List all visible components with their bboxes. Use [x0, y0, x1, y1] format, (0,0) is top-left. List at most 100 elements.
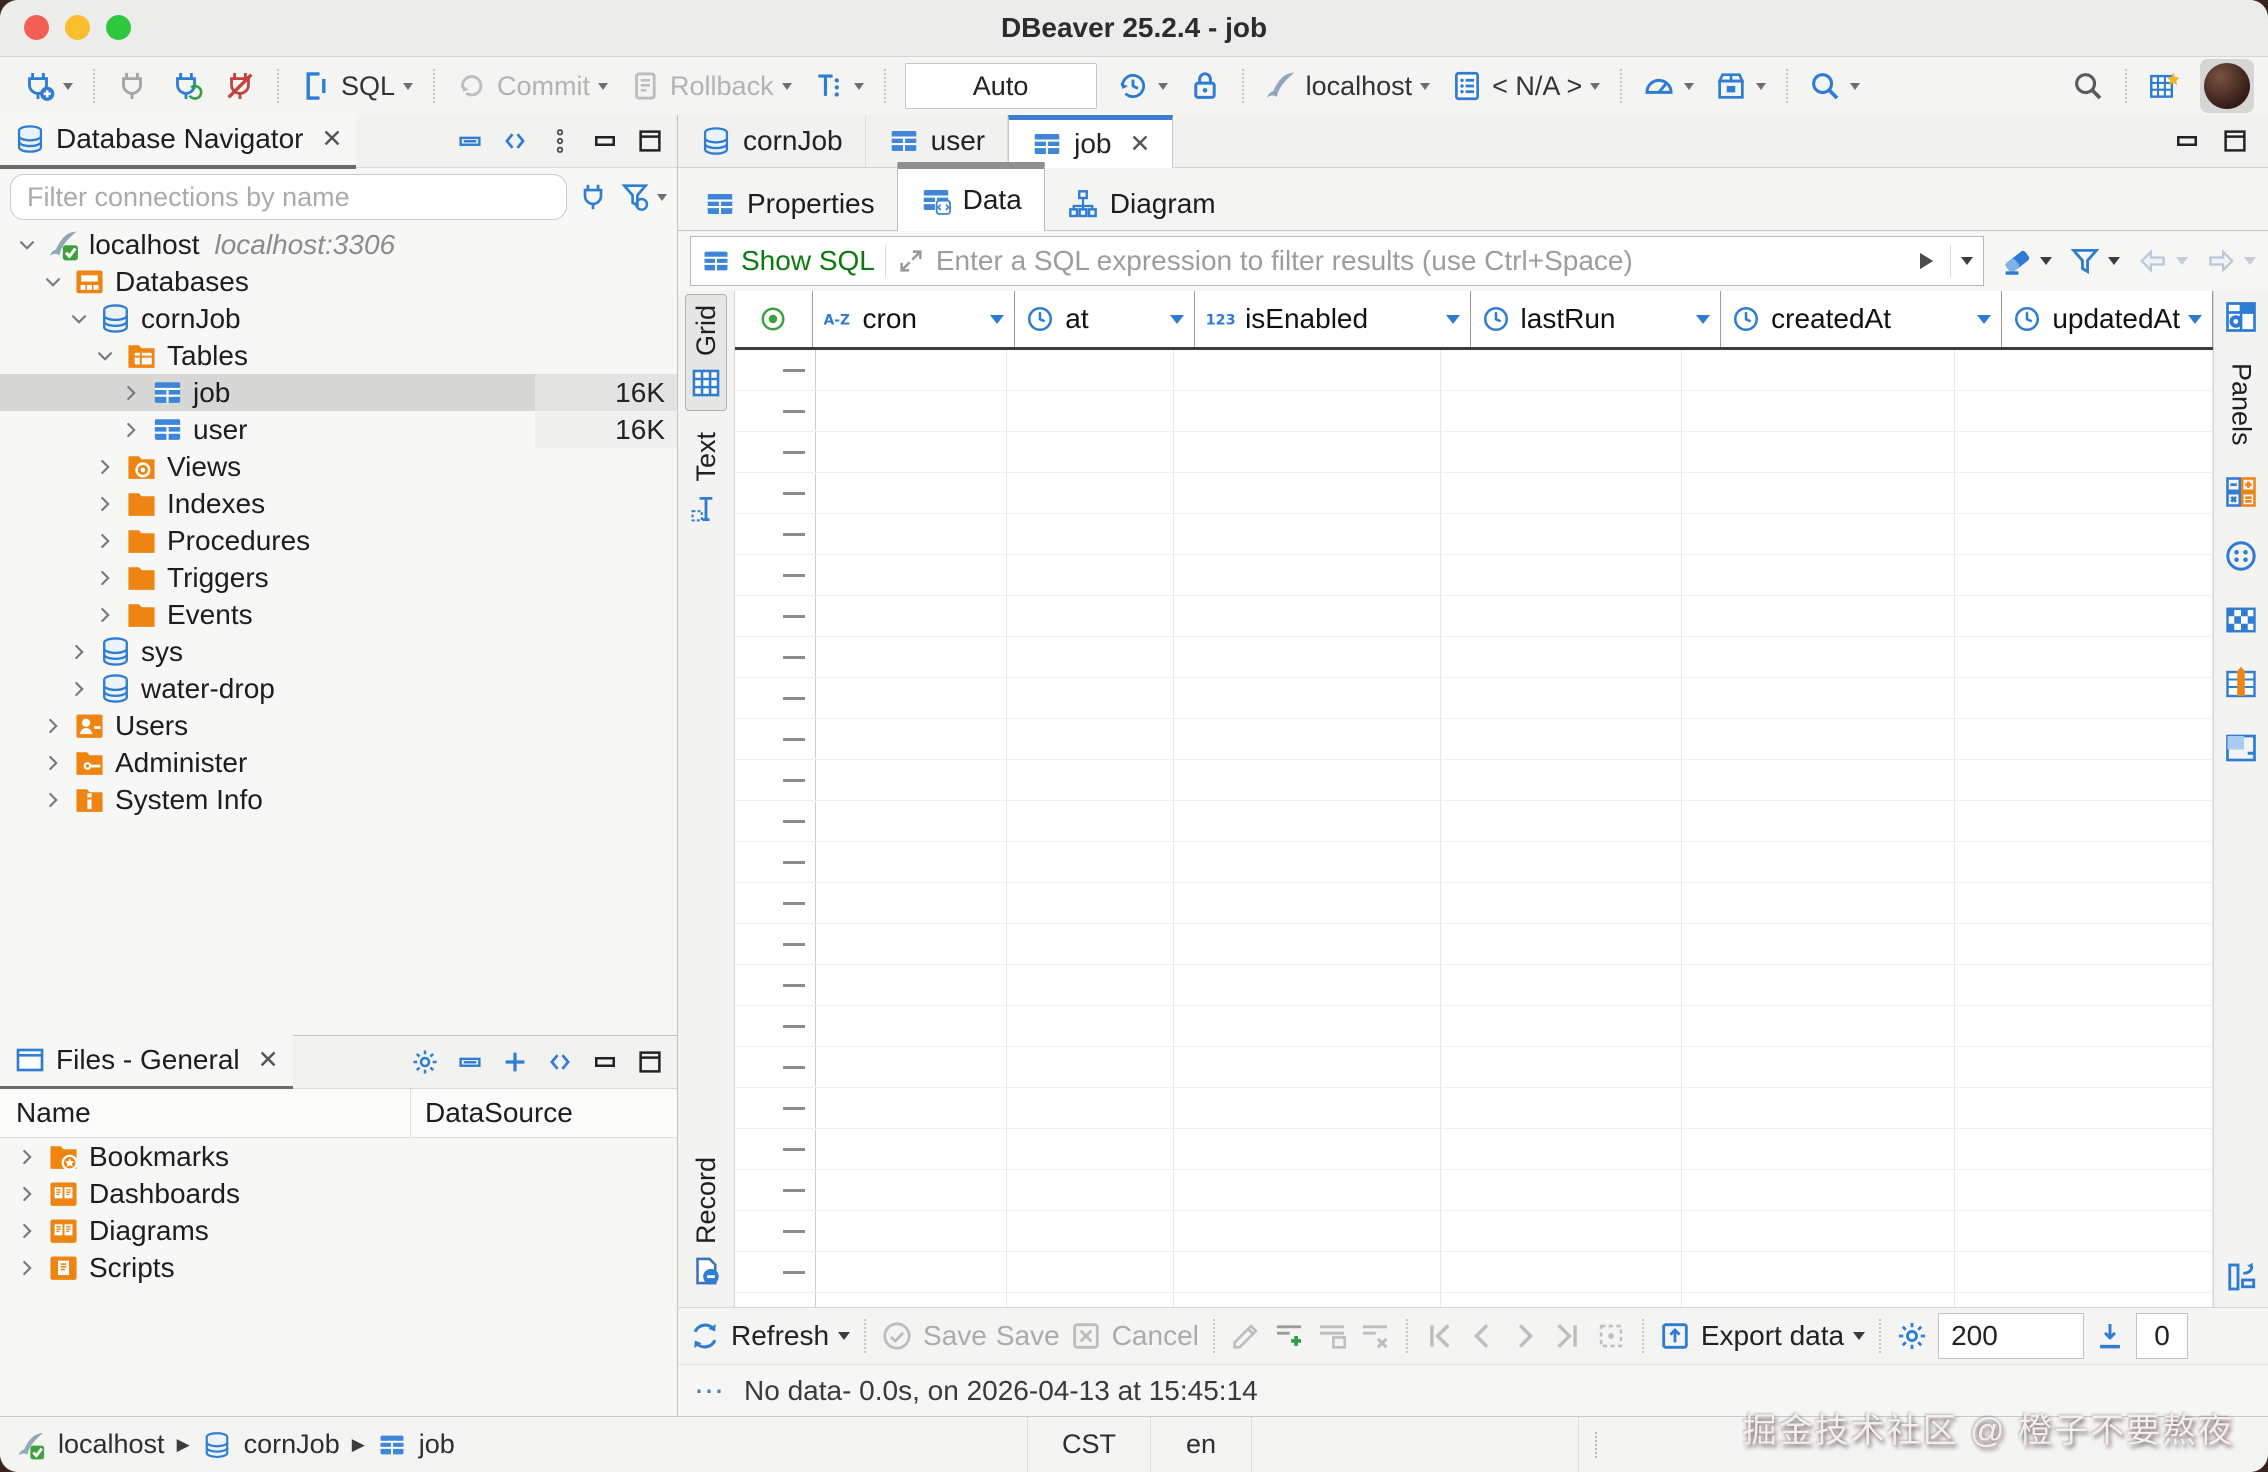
grid-cell[interactable]	[1441, 555, 1682, 595]
chevron-right-icon[interactable]	[94, 567, 116, 589]
column-menu-icon[interactable]	[2188, 315, 2202, 324]
value-viewer-panel-icon[interactable]	[2223, 730, 2259, 766]
grid-cell[interactable]	[816, 965, 1007, 1005]
grid-cell[interactable]	[1174, 678, 1441, 718]
grid-cell[interactable]	[1174, 1047, 1441, 1087]
minimize-editor-icon[interactable]	[2172, 115, 2202, 167]
connect-filter-icon[interactable]	[577, 181, 609, 213]
files-item-scripts[interactable]: Scripts	[0, 1249, 677, 1286]
files-item-diagrams[interactable]: Diagrams	[0, 1212, 677, 1249]
rollback-button[interactable]: Rollback	[621, 63, 799, 109]
grid-row[interactable]	[735, 555, 2213, 596]
grid-cell[interactable]	[1441, 1129, 1682, 1169]
chevron-down-icon[interactable]	[68, 308, 90, 330]
navigator-filter-menu-button[interactable]	[619, 181, 667, 213]
editor-tab-cornjob[interactable]: cornJob	[678, 115, 866, 167]
chevron-right-icon[interactable]	[94, 493, 116, 515]
grid-cell[interactable]	[1174, 514, 1441, 554]
grid-cell[interactable]	[1441, 678, 1682, 718]
edit-value-button[interactable]	[1229, 1319, 1263, 1353]
grid-cell[interactable]	[1174, 350, 1441, 390]
tree-item-indexes[interactable]: Indexes	[0, 485, 677, 522]
row-header-cell[interactable]	[735, 1252, 816, 1292]
show-sql-button[interactable]: Show SQL	[741, 245, 875, 277]
grid-cell[interactable]	[816, 391, 1007, 431]
apply-filter-icon[interactable]	[1910, 246, 1940, 276]
grid-cell[interactable]	[816, 883, 1007, 923]
row-header-cell[interactable]	[735, 1129, 816, 1169]
reconnect-button[interactable]	[162, 63, 210, 109]
status-menu-icon[interactable]: ⋯	[694, 1374, 726, 1409]
column-menu-icon[interactable]	[990, 315, 1004, 324]
grid-cell[interactable]	[1174, 760, 1441, 800]
filter-expression-input[interactable]: Enter a SQL expression to filter results…	[936, 245, 1900, 277]
grid-cell[interactable]	[1955, 637, 2213, 677]
cancel-button[interactable]: Cancel	[1069, 1319, 1199, 1353]
grid-cell[interactable]	[1955, 350, 2213, 390]
grid-cell[interactable]	[1682, 1129, 1955, 1169]
grid-cell[interactable]	[1682, 391, 1955, 431]
grid-cell[interactable]	[1007, 1047, 1174, 1087]
tree-item-views[interactable]: Views	[0, 448, 677, 485]
grid-cell[interactable]	[816, 719, 1007, 759]
grid-cell[interactable]	[1682, 801, 1955, 841]
column-header-cron[interactable]: A-Zcron	[813, 291, 1016, 347]
grid-cell[interactable]	[1441, 760, 1682, 800]
grid-cell[interactable]	[816, 1252, 1007, 1292]
filters-menu-button[interactable]	[2068, 244, 2120, 278]
grid-cell[interactable]	[1955, 1129, 2213, 1169]
grid-cell[interactable]	[1007, 1170, 1174, 1210]
grid-row[interactable]	[735, 760, 2213, 801]
active-connection-select[interactable]: localhost	[1257, 63, 1438, 109]
grid-cell[interactable]	[1441, 719, 1682, 759]
grid-cell[interactable]	[1955, 1170, 2213, 1210]
view-tab-text[interactable]: Text	[685, 421, 727, 537]
data-transfer-button[interactable]	[1707, 63, 1773, 109]
grid-cell[interactable]	[1007, 801, 1174, 841]
row-header-cell[interactable]	[735, 883, 816, 923]
tree-item-administer[interactable]: Administer	[0, 744, 677, 781]
grid-cell[interactable]	[816, 514, 1007, 554]
row-header-cell[interactable]	[735, 1088, 816, 1128]
grid-cell[interactable]	[1007, 473, 1174, 513]
minimize-panel-icon[interactable]	[590, 126, 620, 156]
minimize-panel-icon[interactable]	[590, 1047, 620, 1077]
grid-cell[interactable]	[816, 1006, 1007, 1046]
link-with-editor-icon[interactable]	[500, 126, 530, 156]
chevron-right-icon[interactable]	[94, 530, 116, 552]
grid-row[interactable]	[735, 883, 2213, 924]
column-menu-icon[interactable]	[1977, 315, 1991, 324]
grid-cell[interactable]	[1441, 596, 1682, 636]
grid-cell[interactable]	[1007, 924, 1174, 964]
grid-cell[interactable]	[1441, 842, 1682, 882]
grid-cell[interactable]	[1174, 883, 1441, 923]
tree-item-job[interactable]: job16K	[0, 374, 677, 411]
chevron-down-icon[interactable]	[42, 271, 64, 293]
row-header-cell[interactable]	[735, 719, 816, 759]
disconnect-button[interactable]	[216, 63, 264, 109]
row-header-cell[interactable]	[735, 842, 816, 882]
grid-cell[interactable]	[816, 1129, 1007, 1169]
grid-cell[interactable]	[1007, 350, 1174, 390]
row-header-cell[interactable]	[735, 514, 816, 554]
view-menu-icon[interactable]	[545, 126, 575, 156]
tab-database-navigator[interactable]: Database Navigator ✕	[0, 113, 356, 169]
grid-row[interactable]	[735, 637, 2213, 678]
collapse-all-icon[interactable]	[455, 126, 485, 156]
grid-cell[interactable]	[1174, 924, 1441, 964]
grid-cell[interactable]	[1441, 637, 1682, 677]
maximize-panel-icon[interactable]	[635, 1047, 665, 1077]
grid-cell[interactable]	[1682, 1252, 1955, 1292]
grid-row[interactable]	[735, 1293, 2213, 1307]
grid-cell[interactable]	[1007, 842, 1174, 882]
grid-cell[interactable]	[1955, 1047, 2213, 1087]
grid-row[interactable]	[735, 842, 2213, 883]
export-data-button[interactable]: Export data	[1658, 1319, 1865, 1353]
grid-cell[interactable]	[1955, 965, 2213, 1005]
grid-row[interactable]	[735, 514, 2213, 555]
grid-cell[interactable]	[1007, 637, 1174, 677]
grid-cell[interactable]	[1682, 1211, 1955, 1251]
grid-cell[interactable]	[1007, 1006, 1174, 1046]
editor-tab-user[interactable]: user	[866, 115, 1008, 167]
tab-files-general[interactable]: Files - General ✕	[0, 1034, 293, 1090]
